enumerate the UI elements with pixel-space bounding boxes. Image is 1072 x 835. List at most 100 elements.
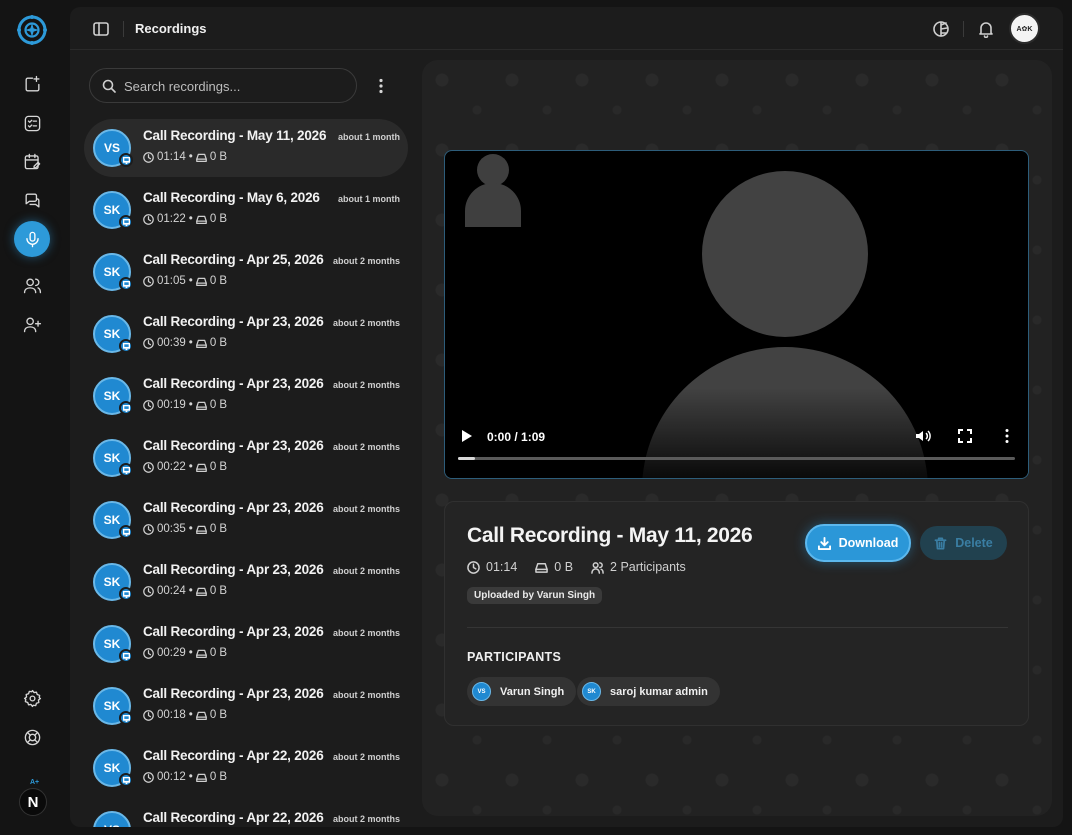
delete-label: Delete [955, 536, 993, 550]
rail-add-note-button[interactable] [14, 66, 50, 102]
settings-icon [23, 689, 41, 707]
clock-icon [143, 399, 154, 411]
users-icon [23, 277, 41, 293]
meta-separator: • [188, 399, 193, 411]
clock-icon [143, 523, 154, 535]
storage-icon [195, 525, 207, 534]
pip-avatar-placeholder-body [465, 183, 521, 227]
recording-item-size: 0 B [209, 337, 228, 349]
rail-add-user-button[interactable] [14, 306, 50, 342]
video-more-icon[interactable] [1001, 428, 1013, 444]
download-button[interactable]: Download [805, 524, 911, 562]
recording-item-title: Call Recording - Apr 22, 2026 [143, 810, 324, 825]
add-note-icon [24, 75, 40, 92]
user-avatar[interactable]: A✿K [1009, 13, 1040, 44]
participants-icon [591, 561, 604, 574]
recording-item-title: Call Recording - May 11, 2026 [143, 128, 327, 143]
recording-detail-panel: 0:00 / 1:09 Call Recording - May 11, 202… [422, 60, 1052, 816]
participant-chip[interactable]: SK saroj kumar admin [577, 677, 720, 706]
sidebar-toggle-icon[interactable] [92, 20, 110, 38]
avatar-initials: SK [103, 637, 121, 651]
rail-chat-button[interactable] [14, 182, 50, 218]
recording-item-meta: 00:12 • 0 B [143, 771, 227, 783]
meta-separator: • [188, 213, 193, 225]
delete-button[interactable]: Delete [920, 526, 1007, 560]
recording-list-item[interactable]: SK Call Recording - Apr 23, 2026 about 2 m… [84, 491, 408, 553]
recording-list-item[interactable]: SK Call Recording - Apr 23, 2026 about 2 m… [84, 677, 408, 739]
monitor-icon [122, 156, 130, 164]
recording-item-size: 0 B [209, 213, 228, 225]
recording-info-card: Call Recording - May 11, 2026 01:14 0 B … [444, 501, 1029, 726]
recording-list-item[interactable]: SK Call Recording - Apr 25, 2026 about 2 m… [84, 243, 408, 305]
recording-list-item[interactable]: SK Call Recording - Apr 23, 2026 about 2 m… [84, 429, 408, 491]
recording-list-item[interactable]: SK Call Recording - Apr 23, 2026 about 2 m… [84, 305, 408, 367]
screen-recording-badge [119, 711, 133, 725]
monitor-icon [122, 590, 130, 598]
storage-icon [195, 215, 207, 224]
recording-item-title: Call Recording - May 6, 2026 [143, 190, 320, 205]
list-more-icon[interactable] [372, 77, 390, 95]
microphone-icon [25, 231, 39, 247]
rail-users-button[interactable] [14, 267, 50, 303]
recording-item-duration: 00:22 [157, 461, 186, 473]
recording-list-item[interactable]: VS Call Recording - May 11, 2026 about 1 m… [84, 119, 408, 177]
storage-icon [195, 153, 207, 162]
theme-toggle-icon[interactable] [932, 20, 950, 38]
chat-bubbles-icon [24, 192, 40, 208]
video-progress-bar[interactable] [458, 457, 1015, 460]
monitor-icon [122, 714, 130, 722]
bell-icon[interactable] [977, 20, 995, 38]
monitor-icon [122, 652, 130, 660]
recording-item-duration: 00:19 [157, 399, 186, 411]
play-icon[interactable] [461, 429, 473, 443]
search-input[interactable] [124, 76, 344, 96]
rail-tasks-button[interactable] [14, 105, 50, 141]
n-badge-label: N [27, 793, 39, 811]
recording-list-item[interactable]: SK Call Recording - Apr 22, 2026 about 2 m… [84, 739, 408, 801]
rail-help-button[interactable] [14, 719, 50, 755]
recording-list-item[interactable]: VS Call Recording - Apr 22, 2026 about 2 m… [84, 801, 408, 827]
rail-recordings-button[interactable] [14, 221, 50, 257]
recording-meta: 01:14 0 B 2 Participants [467, 560, 686, 574]
storage-icon [195, 711, 207, 720]
storage-icon [195, 463, 207, 472]
recording-list-item[interactable]: SK Call Recording - May 6, 2026 about 1 mo… [84, 181, 408, 243]
recording-item-title: Call Recording - Apr 23, 2026 [143, 686, 324, 701]
screen-recording-badge [119, 525, 133, 539]
n-badge-button[interactable]: N [19, 788, 47, 816]
ai-label: A+ [30, 779, 40, 786]
screen-recording-badge [119, 401, 133, 415]
rail-calendar-button[interactable] [14, 143, 50, 179]
recording-list-item[interactable]: SK Call Recording - Apr 23, 2026 about 2 m… [84, 367, 408, 429]
fullscreen-icon[interactable] [958, 429, 972, 443]
recording-item-duration: 00:12 [157, 771, 186, 783]
search-box [89, 68, 357, 103]
recording-list-item[interactable]: SK Call Recording - Apr 23, 2026 about 2 m… [84, 615, 408, 677]
avatar-initials: SK [103, 699, 121, 713]
screen-recording-badge [119, 463, 133, 477]
participant-avatar: SK [582, 682, 601, 701]
recording-item-duration: 00:24 [157, 585, 186, 597]
brand-logo-icon[interactable] [16, 14, 48, 46]
add-user-icon [23, 316, 41, 332]
recording-item-size: 0 B [209, 709, 228, 721]
avatar-initials: SK [103, 265, 121, 279]
recording-item-age: about 2 months [333, 256, 400, 266]
meta-separator: • [188, 647, 193, 659]
main-frame: Recordings A✿K VSCall Recording - May 11… [70, 7, 1063, 827]
volume-icon[interactable] [915, 428, 931, 444]
storage-icon [195, 587, 207, 596]
video-player[interactable]: 0:00 / 1:09 [444, 150, 1029, 479]
monitor-icon [122, 404, 130, 412]
rail-settings-button[interactable] [14, 680, 50, 716]
participant-avatar: VS [472, 682, 491, 701]
recording-item-age: about 1 month [338, 194, 400, 204]
recording-item-duration: 01:14 [157, 151, 186, 163]
video-progress-fill [458, 457, 475, 460]
monitor-icon [122, 342, 130, 350]
download-icon [817, 536, 831, 550]
recording-list-item[interactable]: SK Call Recording - Apr 23, 2026 about 2 m… [84, 553, 408, 615]
avatar-initials: SK [103, 451, 121, 465]
trash-icon [934, 537, 947, 549]
participant-chip[interactable]: VS Varun Singh [467, 677, 577, 706]
